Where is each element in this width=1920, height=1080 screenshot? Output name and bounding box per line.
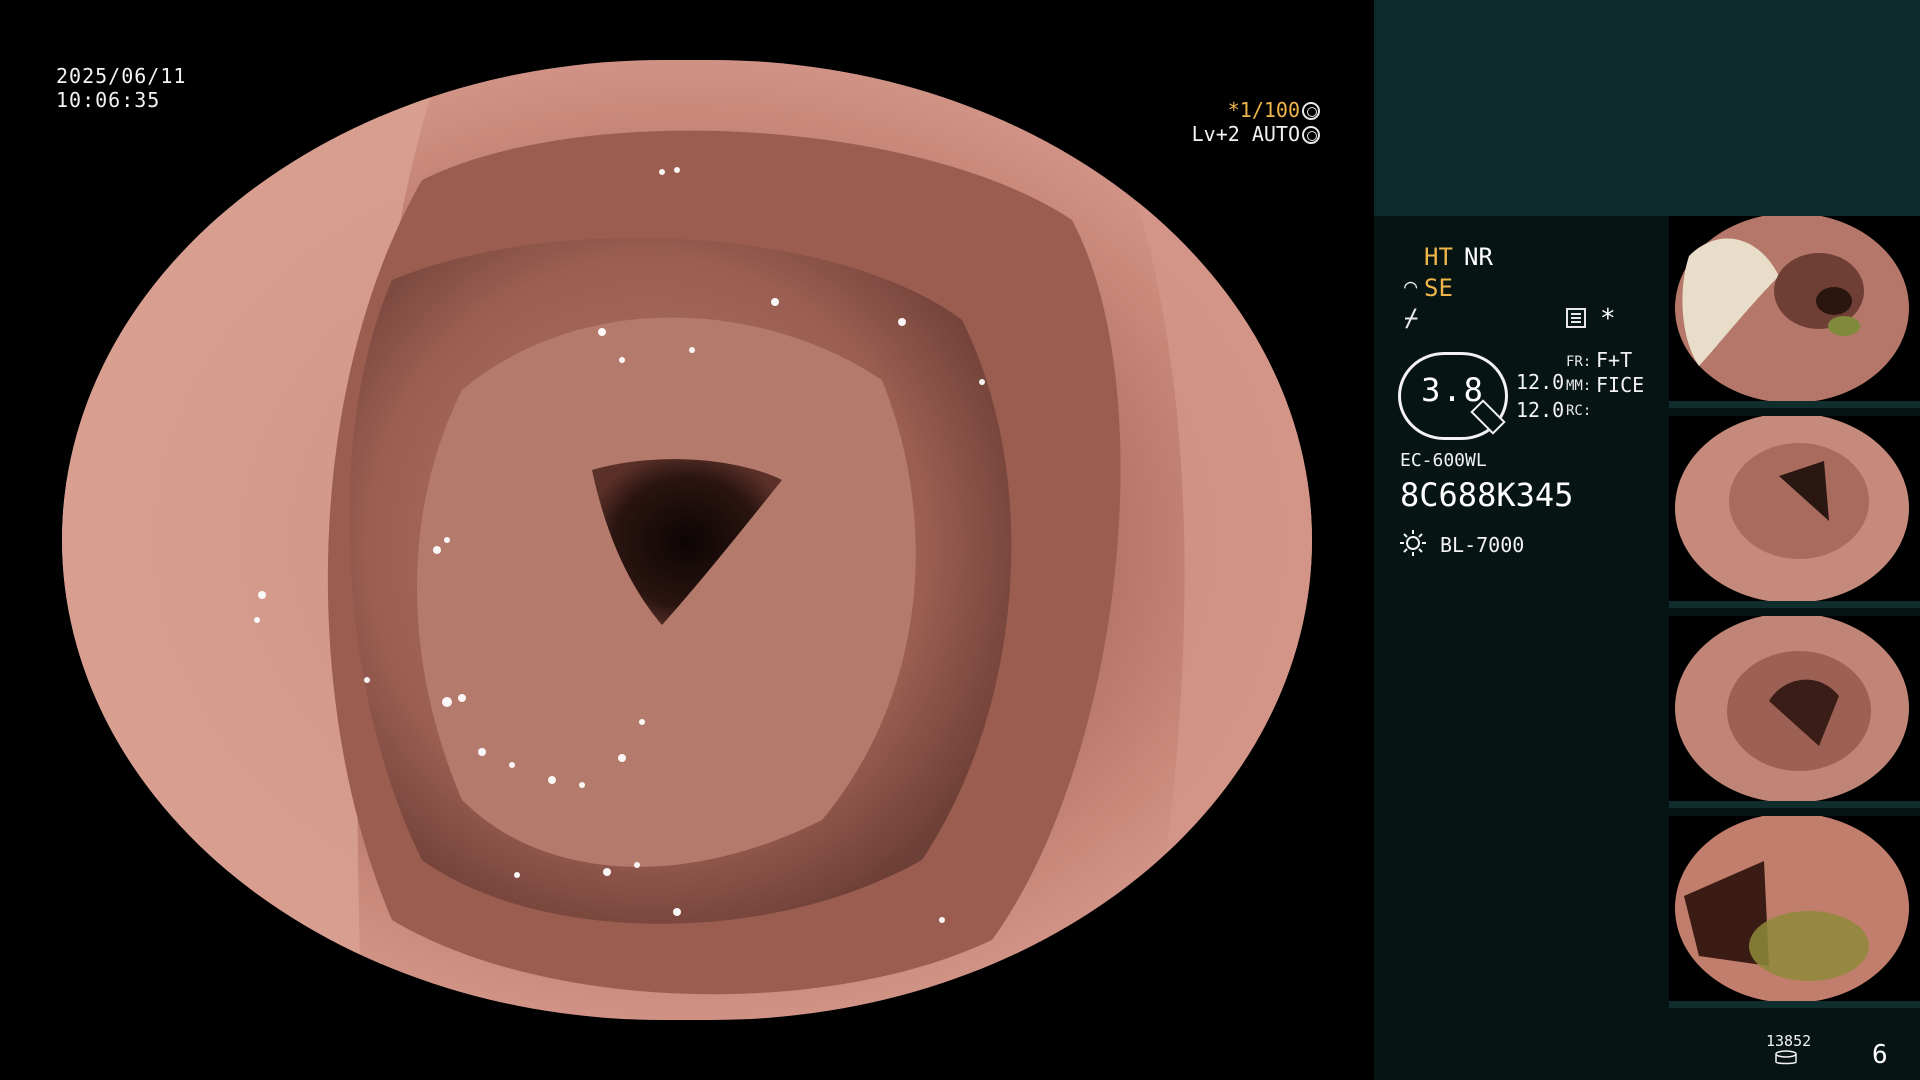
scope-serial: 8C688K345 [1400,476,1574,514]
thumbnail-bar [1669,601,1920,608]
exposure-display: *1/100 Lv+2 AUTO [1192,98,1320,146]
thumbnail-bar [1669,1001,1920,1008]
structure-enhance-icon: ⌒ [1404,274,1418,299]
shutter-text: *1/100 [1227,98,1300,122]
thumbnail-image [1675,616,1909,803]
panel-header-area [1374,0,1920,216]
page-number: 6 [1872,1040,1888,1070]
zoom-value: 3.8 [1421,371,1485,409]
ht-mode-label: HT [1424,243,1453,271]
parameter-value-1: 12.0 [1516,370,1565,394]
thumbnail-image [1675,816,1909,1003]
fr-label: FR: [1566,354,1592,370]
endoscopic-image [62,60,1312,1020]
thumbnail-bar [1669,801,1920,808]
mm-value: FICE [1596,373,1645,397]
thumbnail-image [1675,416,1909,603]
thumbnail-1[interactable] [1669,216,1920,408]
light-source-icon [1400,530,1426,556]
thumbnail-4[interactable] [1669,816,1920,1008]
endoscopic-view [62,60,1312,1020]
thumbnail-3[interactable] [1669,616,1920,808]
scope-model: EC-600WL [1400,450,1487,471]
zoom-indicator: 3.8 [1398,352,1508,440]
storage-icon [1775,1050,1797,1065]
fr-value: F+T [1596,348,1633,372]
star-marker: * [1600,304,1616,334]
endoscopy-monitor: 2025/06/11 10:06:35 *1/100 Lv+2 AUTO HT … [0,0,1920,1080]
light-source-model: BL-7000 [1440,533,1525,557]
image-count: 13852 [1766,1032,1812,1050]
status-panel: HT NR ⌒ SE ⌿ * 3.8 12.0 12.0 FR: MM: RC:… [1374,0,1920,1080]
iris-icon [1302,126,1320,144]
thumbnail-bar [1669,401,1920,408]
time-text: 10:06:35 [56,88,161,112]
date-time-display: 2025/06/11 10:06:35 [56,64,186,112]
rc-label: RC: [1566,403,1592,419]
date-text: 2025/06/11 [56,64,187,88]
shutter-icon [1302,102,1320,120]
thumbnail-image [1675,216,1909,403]
iris-text: Lv+2 AUTO [1191,122,1300,146]
parameter-value-2: 12.0 [1516,398,1565,422]
se-mode-label: SE [1424,274,1453,302]
mm-label: MM: [1566,378,1592,394]
settings-list-icon [1566,308,1586,328]
thumbnail-2[interactable] [1669,416,1920,608]
edge-enhance-icon: ⌿ [1404,304,1419,332]
nr-mode-label: NR [1464,243,1493,271]
